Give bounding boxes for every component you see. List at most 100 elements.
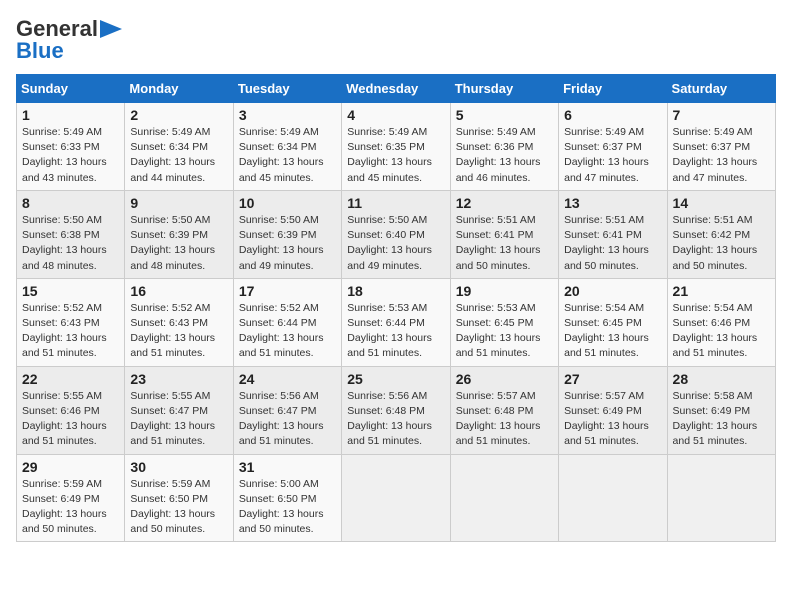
calendar-week-row: 8 Sunrise: 5:50 AM Sunset: 6:38 PM Dayli… [17, 190, 776, 278]
day-info: Sunrise: 5:54 AM Sunset: 6:45 PM Dayligh… [564, 301, 661, 362]
day-number: 20 [564, 283, 661, 299]
day-info: Sunrise: 5:49 AM Sunset: 6:35 PM Dayligh… [347, 125, 444, 186]
calendar-day-cell: 14 Sunrise: 5:51 AM Sunset: 6:42 PM Dayl… [667, 190, 775, 278]
day-number: 13 [564, 195, 661, 211]
day-number: 28 [673, 371, 770, 387]
day-info: Sunrise: 5:49 AM Sunset: 6:37 PM Dayligh… [673, 125, 770, 186]
calendar-day-cell: 20 Sunrise: 5:54 AM Sunset: 6:45 PM Dayl… [559, 278, 667, 366]
day-number: 7 [673, 107, 770, 123]
day-info: Sunrise: 5:59 AM Sunset: 6:49 PM Dayligh… [22, 477, 119, 538]
day-number: 26 [456, 371, 553, 387]
day-number: 1 [22, 107, 119, 123]
day-info: Sunrise: 5:59 AM Sunset: 6:50 PM Dayligh… [130, 477, 227, 538]
day-info: Sunrise: 5:57 AM Sunset: 6:49 PM Dayligh… [564, 389, 661, 450]
calendar-day-cell: 24 Sunrise: 5:56 AM Sunset: 6:47 PM Dayl… [233, 366, 341, 454]
calendar-day-cell: 6 Sunrise: 5:49 AM Sunset: 6:37 PM Dayli… [559, 103, 667, 191]
day-number: 21 [673, 283, 770, 299]
day-info: Sunrise: 5:49 AM Sunset: 6:37 PM Dayligh… [564, 125, 661, 186]
calendar-day-cell: 2 Sunrise: 5:49 AM Sunset: 6:34 PM Dayli… [125, 103, 233, 191]
day-info: Sunrise: 5:58 AM Sunset: 6:49 PM Dayligh… [673, 389, 770, 450]
calendar-day-cell: 17 Sunrise: 5:52 AM Sunset: 6:44 PM Dayl… [233, 278, 341, 366]
day-info: Sunrise: 5:57 AM Sunset: 6:48 PM Dayligh… [456, 389, 553, 450]
day-info: Sunrise: 5:49 AM Sunset: 6:36 PM Dayligh… [456, 125, 553, 186]
calendar-day-cell: 19 Sunrise: 5:53 AM Sunset: 6:45 PM Dayl… [450, 278, 558, 366]
calendar-day-cell: 3 Sunrise: 5:49 AM Sunset: 6:34 PM Dayli… [233, 103, 341, 191]
calendar-table: SundayMondayTuesdayWednesdayThursdayFrid… [16, 74, 776, 542]
day-info: Sunrise: 5:49 AM Sunset: 6:34 PM Dayligh… [239, 125, 336, 186]
calendar-day-cell: 7 Sunrise: 5:49 AM Sunset: 6:37 PM Dayli… [667, 103, 775, 191]
calendar-day-cell: 25 Sunrise: 5:56 AM Sunset: 6:48 PM Dayl… [342, 366, 450, 454]
day-info: Sunrise: 5:49 AM Sunset: 6:33 PM Dayligh… [22, 125, 119, 186]
day-number: 11 [347, 195, 444, 211]
calendar-day-cell: 22 Sunrise: 5:55 AM Sunset: 6:46 PM Dayl… [17, 366, 125, 454]
day-info: Sunrise: 5:52 AM Sunset: 6:43 PM Dayligh… [22, 301, 119, 362]
day-of-week-header: Saturday [667, 75, 775, 103]
day-number: 8 [22, 195, 119, 211]
calendar-day-cell [450, 454, 558, 542]
calendar-week-row: 29 Sunrise: 5:59 AM Sunset: 6:49 PM Dayl… [17, 454, 776, 542]
day-info: Sunrise: 5:56 AM Sunset: 6:47 PM Dayligh… [239, 389, 336, 450]
calendar-day-cell: 27 Sunrise: 5:57 AM Sunset: 6:49 PM Dayl… [559, 366, 667, 454]
calendar-day-cell: 18 Sunrise: 5:53 AM Sunset: 6:44 PM Dayl… [342, 278, 450, 366]
calendar-day-cell: 1 Sunrise: 5:49 AM Sunset: 6:33 PM Dayli… [17, 103, 125, 191]
day-number: 3 [239, 107, 336, 123]
day-number: 18 [347, 283, 444, 299]
day-info: Sunrise: 5:51 AM Sunset: 6:42 PM Dayligh… [673, 213, 770, 274]
day-of-week-header: Thursday [450, 75, 558, 103]
calendar-day-cell: 26 Sunrise: 5:57 AM Sunset: 6:48 PM Dayl… [450, 366, 558, 454]
day-number: 6 [564, 107, 661, 123]
calendar-day-cell: 21 Sunrise: 5:54 AM Sunset: 6:46 PM Dayl… [667, 278, 775, 366]
day-of-week-header: Friday [559, 75, 667, 103]
calendar-day-cell [667, 454, 775, 542]
calendar-day-cell: 5 Sunrise: 5:49 AM Sunset: 6:36 PM Dayli… [450, 103, 558, 191]
day-number: 15 [22, 283, 119, 299]
page-header: General Blue [16, 16, 776, 64]
day-of-week-header: Sunday [17, 75, 125, 103]
day-info: Sunrise: 5:50 AM Sunset: 6:39 PM Dayligh… [239, 213, 336, 274]
calendar-day-cell: 23 Sunrise: 5:55 AM Sunset: 6:47 PM Dayl… [125, 366, 233, 454]
day-info: Sunrise: 5:53 AM Sunset: 6:45 PM Dayligh… [456, 301, 553, 362]
day-info: Sunrise: 5:55 AM Sunset: 6:46 PM Dayligh… [22, 389, 119, 450]
day-number: 30 [130, 459, 227, 475]
calendar-day-cell: 15 Sunrise: 5:52 AM Sunset: 6:43 PM Dayl… [17, 278, 125, 366]
calendar-day-cell: 9 Sunrise: 5:50 AM Sunset: 6:39 PM Dayli… [125, 190, 233, 278]
day-number: 19 [456, 283, 553, 299]
day-info: Sunrise: 5:00 AM Sunset: 6:50 PM Dayligh… [239, 477, 336, 538]
calendar-day-cell: 29 Sunrise: 5:59 AM Sunset: 6:49 PM Dayl… [17, 454, 125, 542]
calendar-day-cell: 13 Sunrise: 5:51 AM Sunset: 6:41 PM Dayl… [559, 190, 667, 278]
day-number: 2 [130, 107, 227, 123]
day-number: 10 [239, 195, 336, 211]
calendar-day-cell: 10 Sunrise: 5:50 AM Sunset: 6:39 PM Dayl… [233, 190, 341, 278]
day-info: Sunrise: 5:51 AM Sunset: 6:41 PM Dayligh… [564, 213, 661, 274]
calendar-week-row: 22 Sunrise: 5:55 AM Sunset: 6:46 PM Dayl… [17, 366, 776, 454]
calendar-day-cell: 16 Sunrise: 5:52 AM Sunset: 6:43 PM Dayl… [125, 278, 233, 366]
day-info: Sunrise: 5:52 AM Sunset: 6:43 PM Dayligh… [130, 301, 227, 362]
calendar-day-cell: 28 Sunrise: 5:58 AM Sunset: 6:49 PM Dayl… [667, 366, 775, 454]
calendar-day-cell: 31 Sunrise: 5:00 AM Sunset: 6:50 PM Dayl… [233, 454, 341, 542]
day-info: Sunrise: 5:54 AM Sunset: 6:46 PM Dayligh… [673, 301, 770, 362]
day-number: 31 [239, 459, 336, 475]
day-number: 24 [239, 371, 336, 387]
day-info: Sunrise: 5:55 AM Sunset: 6:47 PM Dayligh… [130, 389, 227, 450]
calendar-week-row: 15 Sunrise: 5:52 AM Sunset: 6:43 PM Dayl… [17, 278, 776, 366]
calendar-week-row: 1 Sunrise: 5:49 AM Sunset: 6:33 PM Dayli… [17, 103, 776, 191]
day-of-week-header: Tuesday [233, 75, 341, 103]
day-info: Sunrise: 5:50 AM Sunset: 6:39 PM Dayligh… [130, 213, 227, 274]
logo-arrow-icon [100, 20, 122, 38]
day-number: 27 [564, 371, 661, 387]
day-number: 9 [130, 195, 227, 211]
day-number: 22 [22, 371, 119, 387]
day-of-week-header: Wednesday [342, 75, 450, 103]
day-number: 17 [239, 283, 336, 299]
day-info: Sunrise: 5:51 AM Sunset: 6:41 PM Dayligh… [456, 213, 553, 274]
day-number: 16 [130, 283, 227, 299]
calendar-day-cell: 8 Sunrise: 5:50 AM Sunset: 6:38 PM Dayli… [17, 190, 125, 278]
calendar-day-cell: 4 Sunrise: 5:49 AM Sunset: 6:35 PM Dayli… [342, 103, 450, 191]
calendar-day-cell [559, 454, 667, 542]
logo: General Blue [16, 16, 122, 64]
day-info: Sunrise: 5:49 AM Sunset: 6:34 PM Dayligh… [130, 125, 227, 186]
day-info: Sunrise: 5:50 AM Sunset: 6:40 PM Dayligh… [347, 213, 444, 274]
day-number: 14 [673, 195, 770, 211]
calendar-day-cell [342, 454, 450, 542]
day-number: 4 [347, 107, 444, 123]
